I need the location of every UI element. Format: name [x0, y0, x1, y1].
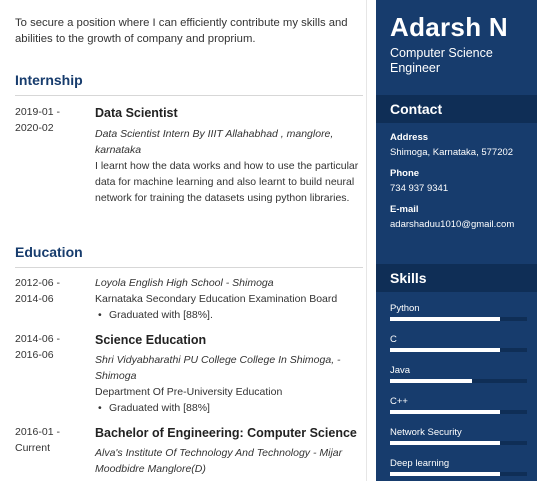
education-school: Shri Vidyabharathi PU College College In…	[95, 354, 341, 382]
education-dates: 2016-01 - Current	[15, 424, 85, 456]
objective-text: To secure a position where I can efficie…	[15, 17, 348, 45]
education-end: 2014-06	[15, 293, 54, 305]
education-body: Loyola English High School - Shimoga Kar…	[95, 275, 363, 323]
candidate-role: Computer Science Engineer	[390, 46, 493, 75]
main-column: To secure a position where I can efficie…	[0, 0, 367, 481]
education-end: 2016-06	[15, 349, 54, 361]
internship-body: Data Scientist Data Scientist Intern By …	[95, 104, 363, 206]
education-dates: 2014-06 - 2016-06	[15, 331, 85, 363]
internship-start: 2019-01 -	[15, 106, 60, 118]
skills-heading: Skills	[390, 270, 427, 286]
internship-org: Data Scientist Intern By IIIT Allahabhad…	[95, 128, 334, 156]
internship-dates: 2019-01 - 2020-02	[15, 104, 85, 136]
education-school: Alva's Institute Of Technology And Techn…	[95, 447, 343, 475]
address-label: Address	[390, 132, 429, 143]
internship-role: Data Scientist	[95, 106, 178, 120]
skill-level-fill	[390, 410, 500, 414]
skill-name: C	[390, 334, 397, 345]
education-degree: Science Education	[95, 333, 207, 347]
skill-level-fill	[390, 472, 500, 476]
education-board: Karnataka Secondary Education Examinatio…	[95, 293, 338, 305]
education-grade: Graduated with [88%].	[95, 307, 363, 323]
education-degree: Bachelor of Engineering: Computer Scienc…	[95, 426, 357, 440]
email-label: E-mail	[390, 204, 419, 215]
internship-end: 2020-02	[15, 122, 54, 134]
education-start: 2014-06 -	[15, 333, 60, 345]
skill-level-bar	[390, 441, 527, 445]
education-start: 2012-06 -	[15, 277, 60, 289]
skill-name: Deep learning	[390, 458, 450, 469]
education-divider	[15, 267, 363, 268]
skill-name: C++	[390, 396, 408, 407]
phone-label: Phone	[390, 168, 420, 179]
email-value: adarshaduu1010@gmail.com	[390, 219, 515, 230]
education-grade: Graduated with [88%]	[95, 400, 363, 416]
education-school: Loyola English High School - Shimoga	[95, 277, 274, 289]
phone-value: 734 937 9341	[390, 183, 449, 194]
skill-level-fill	[390, 441, 500, 445]
education-end: Current	[15, 442, 51, 454]
education-board: Department Of Pre-University Education	[95, 386, 283, 398]
skill-level-bar	[390, 379, 527, 383]
skill-name: Network Security	[390, 427, 462, 438]
skill-level-bar	[390, 472, 527, 476]
sidebar: Adarsh N Computer Science Engineer Conta…	[376, 0, 537, 481]
education-heading: Education	[15, 244, 83, 260]
skill-level-bar	[390, 348, 527, 352]
education-body: Science Education Shri Vidyabharathi PU …	[95, 331, 363, 416]
skill-level-fill	[390, 348, 500, 352]
education-start: 2016-01 -	[15, 426, 60, 438]
internship-heading: Internship	[15, 72, 83, 88]
skill-level-fill	[390, 317, 500, 321]
skill-level-bar	[390, 410, 527, 414]
candidate-name: Adarsh N	[390, 12, 508, 42]
skill-name: Python	[390, 303, 420, 314]
education-body: Bachelor of Engineering: Computer Scienc…	[95, 424, 363, 477]
education-dates: 2012-06 - 2014-06	[15, 275, 85, 307]
skill-level-bar	[390, 317, 527, 321]
internship-description: I learnt how the data works and how to u…	[95, 160, 359, 204]
address-value: Shimoga, Karnataka, 577202	[390, 147, 514, 158]
skill-level-fill	[390, 379, 473, 383]
skill-name: Java	[390, 365, 411, 376]
internship-divider	[15, 95, 363, 96]
contact-heading: Contact	[390, 101, 443, 117]
